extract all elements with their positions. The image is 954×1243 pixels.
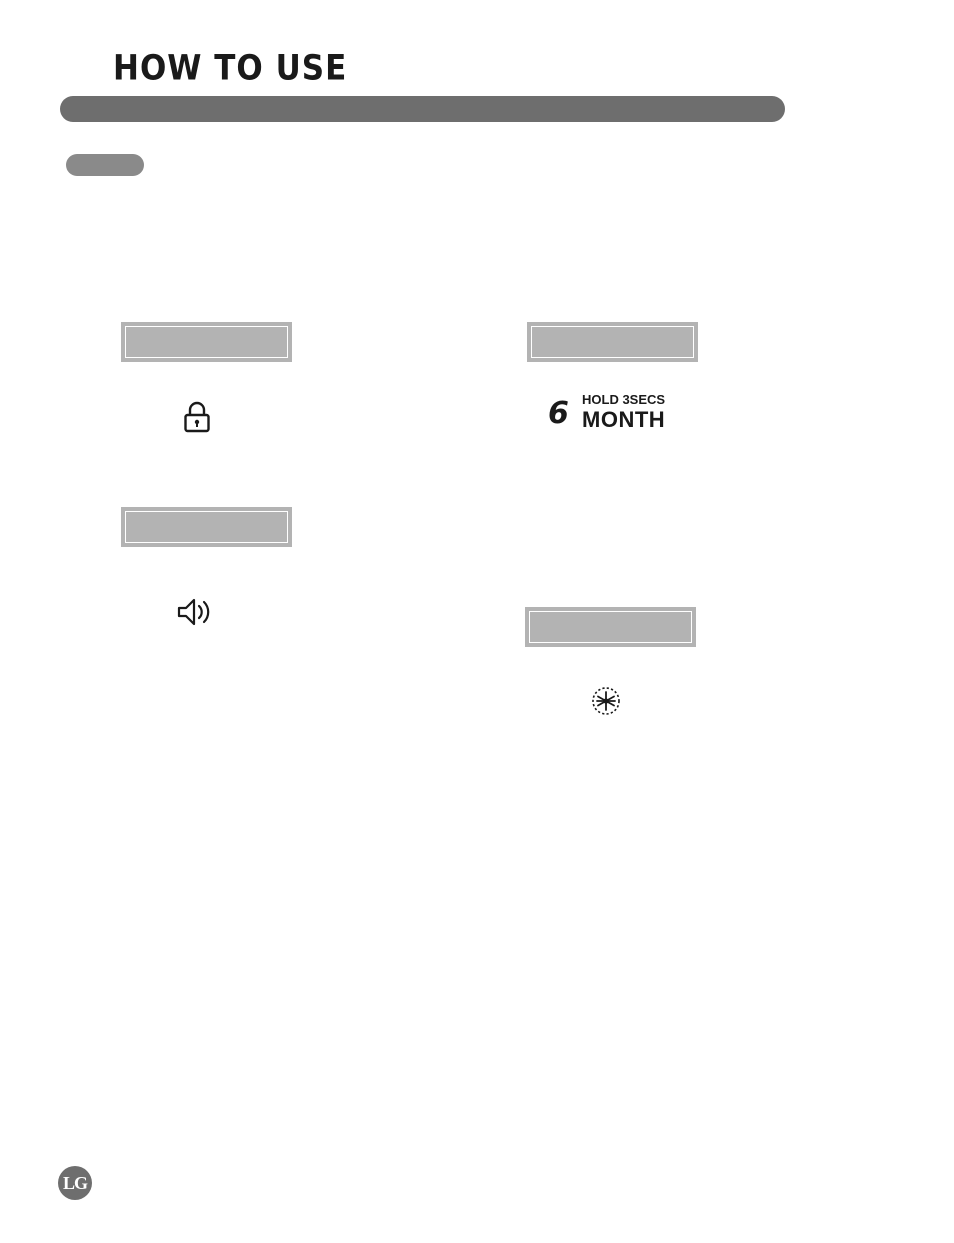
feature-label-box-icemaker-inner — [529, 611, 692, 643]
section-pill — [66, 154, 144, 176]
page-title: HOW TO USE — [113, 48, 348, 89]
feature-label-box-filter — [527, 322, 698, 362]
feature-label-box-sound — [121, 507, 292, 547]
speaker-icon — [173, 593, 217, 631]
feature-label-box-lock — [121, 322, 292, 362]
lock-icon — [178, 398, 216, 436]
filter-indicator-group: 6 HOLD 3SECS MONTH — [548, 392, 678, 436]
header-bar — [60, 96, 785, 122]
filter-hold-text: HOLD 3SECS — [582, 392, 666, 407]
snowflake-icon — [590, 685, 622, 717]
feature-label-box-icemaker — [525, 607, 696, 647]
feature-label-box-sound-inner — [125, 511, 288, 543]
feature-label-box-filter-inner — [531, 326, 694, 358]
filter-month-text: MONTH — [582, 407, 666, 432]
lg-logo: LG — [58, 1166, 92, 1200]
feature-label-box-lock-inner — [125, 326, 288, 358]
filter-digit-icon: 6 — [548, 396, 569, 431]
